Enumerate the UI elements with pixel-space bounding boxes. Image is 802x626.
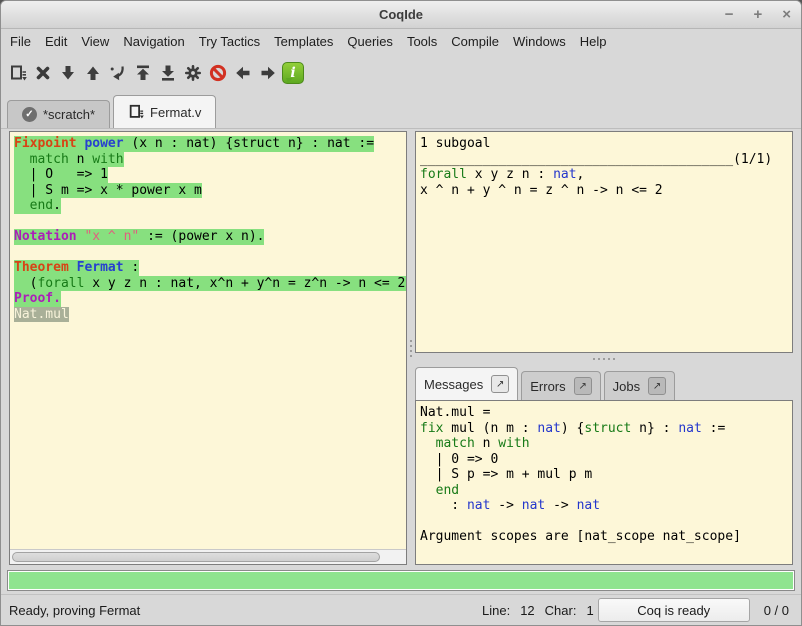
menu-item-view[interactable]: View bbox=[74, 31, 116, 52]
step-backward-icon bbox=[84, 64, 102, 82]
char-value: 1 bbox=[586, 603, 593, 618]
titlebar[interactable]: CoqIde − + × bbox=[1, 1, 801, 29]
tab-jobs[interactable]: Jobs ↗ bbox=[604, 371, 675, 400]
tab-scratch[interactable]: ✓ *scratch* bbox=[7, 100, 110, 128]
right-column: 1 subgoal_______________________________… bbox=[415, 131, 793, 565]
close-button[interactable]: × bbox=[782, 7, 791, 22]
interrupt-icon bbox=[209, 64, 227, 82]
menu-item-file[interactable]: File bbox=[3, 31, 38, 52]
worker-counter: 0 / 0 bbox=[764, 603, 789, 618]
script-editor[interactable]: Fixpoint power (x n : nat) {struct n} : … bbox=[9, 131, 407, 565]
menu-item-navigation[interactable]: Navigation bbox=[116, 31, 191, 52]
document-tabbar: ✓ *scratch* Fermat.v bbox=[1, 93, 801, 129]
menu-item-help[interactable]: Help bbox=[573, 31, 614, 52]
scrollbar-thumb[interactable] bbox=[12, 552, 380, 562]
menu-item-templates[interactable]: Templates bbox=[267, 31, 340, 52]
next-button[interactable] bbox=[257, 59, 279, 87]
status-message: Ready, proving Fermat bbox=[9, 603, 140, 618]
coq-status-button[interactable]: Coq is ready bbox=[598, 598, 750, 622]
info-icon: i bbox=[282, 62, 304, 84]
restart-button[interactable] bbox=[132, 59, 154, 87]
about-button[interactable]: i bbox=[282, 59, 304, 87]
message-tabbar: Messages ↗ Errors ↗ Jobs ↗ bbox=[415, 364, 793, 400]
check-circle-icon: ✓ bbox=[22, 107, 37, 122]
goto-cursor-button[interactable] bbox=[107, 59, 129, 87]
step-backward-button[interactable] bbox=[82, 59, 104, 87]
make-button[interactable] bbox=[182, 59, 204, 87]
maximize-button[interactable]: + bbox=[753, 7, 762, 22]
goto-start-icon bbox=[134, 64, 152, 82]
menu-item-edit[interactable]: Edit bbox=[38, 31, 74, 52]
window-title: CoqIde bbox=[379, 7, 423, 22]
tab-label: Messages bbox=[424, 377, 483, 392]
forward-arrow-icon bbox=[259, 64, 277, 82]
goto-cursor-icon bbox=[109, 64, 127, 82]
horizontal-scrollbar[interactable] bbox=[10, 549, 406, 564]
char-label: Char: bbox=[545, 603, 577, 618]
toolbar: i bbox=[1, 53, 801, 93]
menu-item-tools[interactable]: Tools bbox=[400, 31, 444, 52]
interrupt-button[interactable] bbox=[207, 59, 229, 87]
progress-bar bbox=[7, 570, 795, 591]
tab-messages[interactable]: Messages ↗ bbox=[415, 367, 518, 400]
messages-code: Nat.mul =fix mul (n m : nat) {struct n} … bbox=[416, 401, 792, 545]
line-value: 12 bbox=[520, 603, 534, 618]
tab-label: Fermat.v bbox=[150, 105, 201, 120]
step-forward-button[interactable] bbox=[57, 59, 79, 87]
line-label: Line: bbox=[482, 603, 510, 618]
save-button[interactable] bbox=[7, 59, 29, 87]
statusbar: Ready, proving Fermat Line: 12 Char: 1 C… bbox=[1, 594, 801, 625]
progress-fill bbox=[9, 572, 793, 589]
detach-icon[interactable]: ↗ bbox=[491, 375, 509, 393]
menu-item-try-tactics[interactable]: Try Tactics bbox=[192, 31, 267, 52]
save-page-icon bbox=[128, 104, 144, 120]
close-icon bbox=[34, 64, 52, 82]
messages-panel[interactable]: Nat.mul =fix mul (n m : nat) {struct n} … bbox=[415, 400, 793, 565]
vertical-splitter[interactable] bbox=[407, 131, 415, 565]
tab-label: *scratch* bbox=[43, 107, 95, 122]
menu-item-queries[interactable]: Queries bbox=[340, 31, 400, 52]
tab-errors[interactable]: Errors ↗ bbox=[521, 371, 600, 400]
detach-icon[interactable]: ↗ bbox=[574, 377, 592, 395]
save-icon bbox=[9, 64, 27, 82]
tab-label: Jobs bbox=[613, 379, 640, 394]
horizontal-splitter[interactable] bbox=[415, 353, 793, 364]
goals-code: 1 subgoal_______________________________… bbox=[416, 132, 792, 198]
goals-panel[interactable]: 1 subgoal_______________________________… bbox=[415, 131, 793, 353]
tab-label: Errors bbox=[530, 379, 565, 394]
close-buffer-button[interactable] bbox=[32, 59, 54, 87]
detach-icon[interactable]: ↗ bbox=[648, 377, 666, 395]
menu-item-compile[interactable]: Compile bbox=[444, 31, 506, 52]
menu-item-windows[interactable]: Windows bbox=[506, 31, 573, 52]
goto-end-button[interactable] bbox=[157, 59, 179, 87]
goto-end-icon bbox=[159, 64, 177, 82]
minimize-button[interactable]: − bbox=[725, 7, 734, 22]
tab-fermat[interactable]: Fermat.v bbox=[113, 95, 216, 128]
main-area: Fixpoint power (x n : nat) {struct n} : … bbox=[1, 129, 801, 565]
back-arrow-icon bbox=[234, 64, 252, 82]
window-controls: − + × bbox=[725, 1, 791, 28]
coqide-window: CoqIde − + × File Edit View Navigation T… bbox=[0, 0, 802, 626]
step-forward-icon bbox=[59, 64, 77, 82]
previous-button[interactable] bbox=[232, 59, 254, 87]
gear-icon bbox=[184, 64, 202, 82]
menubar: File Edit View Navigation Try Tactics Te… bbox=[1, 29, 801, 53]
script-code[interactable]: Fixpoint power (x n : nat) {struct n} : … bbox=[10, 132, 406, 322]
